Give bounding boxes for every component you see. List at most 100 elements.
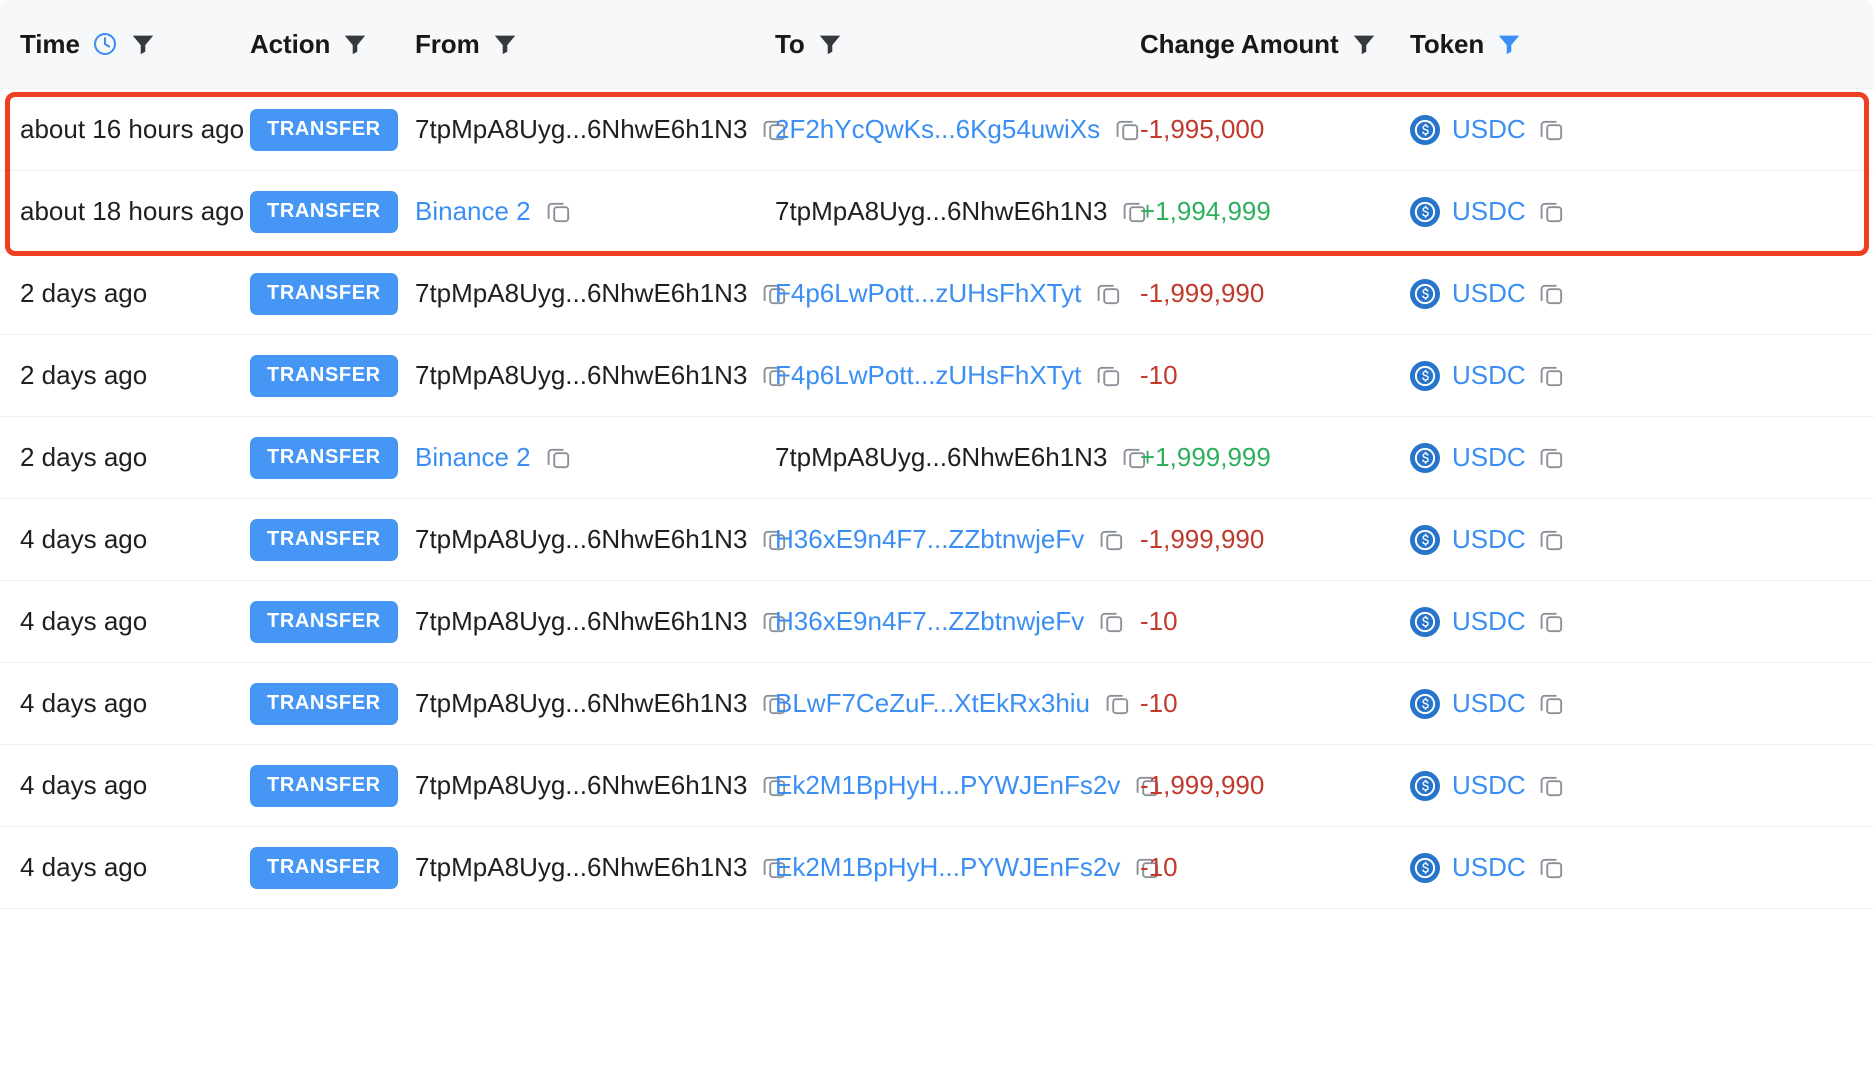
token-symbol-link[interactable]: USDC [1452,852,1526,883]
cell-action: TRANSFER [250,581,415,662]
token-value: USDC [1410,114,1565,145]
cell-to: F4p6LwPott...zUHsFhXTyt [775,335,1140,416]
clock-icon[interactable] [92,31,118,57]
copy-icon[interactable] [1538,608,1565,635]
to-address-link[interactable]: Ek2M1BpHyH...PYWJEnFs2v [775,770,1120,801]
action-badge[interactable]: TRANSFER [250,108,398,151]
table-row[interactable]: 4 days ago TRANSFER 7tpMpA8Uyg...6NhwE6h1N… [0,827,1874,909]
cell-from: 7tpMpA8Uyg...6NhwE6h1N3 [415,827,786,908]
action-badge[interactable]: TRANSFER [250,190,398,233]
from-address-text: 7tpMpA8Uyg...6NhwE6h1N3 [415,770,748,800]
cell-action: TRANSFER [250,89,415,170]
to-address-link[interactable]: Ek2M1BpHyH...PYWJEnFs2v [775,852,1120,883]
table-row[interactable]: 4 days ago TRANSFER 7tpMpA8Uyg...6NhwE6h1N… [0,581,1874,663]
token-symbol-link[interactable]: USDC [1452,114,1526,145]
usdc-coin-icon [1410,360,1440,391]
copy-icon[interactable] [1098,526,1125,553]
from-address: 7tpMpA8Uyg...6NhwE6h1N3 [415,360,788,391]
token-symbol-link[interactable]: USDC [1452,524,1526,555]
action-badge[interactable]: TRANSFER [250,682,398,725]
column-header-to: To [775,31,1140,57]
copy-icon[interactable] [1538,444,1565,471]
copy-icon[interactable] [1538,198,1565,225]
filter-icon-action[interactable] [342,31,368,57]
to-address-link[interactable]: H36xE9n4F7...ZZbtnwjeFv [775,524,1084,555]
copy-icon[interactable] [1538,690,1565,717]
copy-icon[interactable] [1538,116,1565,143]
table-row[interactable]: 4 days ago TRANSFER 7tpMpA8Uyg...6NhwE6h1N… [0,663,1874,745]
table-row[interactable]: 4 days ago TRANSFER 7tpMpA8Uyg...6NhwE6h1N… [0,499,1874,581]
usdc-coin-icon [1410,524,1440,555]
token-symbol-link[interactable]: USDC [1452,442,1526,473]
cell-time: 4 days ago [0,499,250,580]
action-badge[interactable]: TRANSFER [250,518,398,561]
time-text: 4 days ago [20,770,148,800]
table-row[interactable]: 2 days ago TRANSFER 7tpMpA8Uyg...6NhwE6h1N… [0,253,1874,335]
action-badge[interactable]: TRANSFER [250,436,398,479]
change-amount-value: -10 [1140,688,1178,718]
to-address-link[interactable]: H36xE9n4F7...ZZbtnwjeFv [775,606,1084,637]
change-amount-value: -1,999,990 [1140,770,1265,800]
time-text: 4 days ago [20,688,148,718]
action-badge[interactable]: TRANSFER [250,272,398,315]
copy-icon[interactable] [1114,116,1141,143]
cell-to: 7tpMpA8Uyg...6NhwE6h1N3 [775,417,1146,498]
copy-icon[interactable] [1538,854,1565,881]
from-address-link[interactable]: Binance 2 [415,442,531,473]
column-header-label: From [415,29,480,59]
table-row[interactable]: 2 days ago TRANSFER Binance 2 7tpMpA8Uyg...… [0,417,1874,499]
column-header-label: Token [1410,29,1485,59]
token-symbol-link[interactable]: USDC [1452,360,1526,391]
filter-icon-to[interactable] [817,31,843,57]
table-row[interactable]: about 16 hours ago TRANSFER 7tpMpA8Uyg...6… [0,89,1874,171]
token-symbol-link[interactable]: USDC [1452,278,1526,309]
token-value: USDC [1410,688,1565,719]
copy-icon[interactable] [1538,362,1565,389]
filter-icon-amount[interactable] [1351,31,1377,57]
token-symbol-link[interactable]: USDC [1452,606,1526,637]
cell-action: TRANSFER [250,171,415,252]
filter-icon-from[interactable] [492,31,518,57]
filter-icon-token[interactable] [1496,31,1522,57]
token-value: USDC [1410,196,1565,227]
to-address-link[interactable]: BLwF7CeZuF...XtEkRx3hiu [775,688,1090,719]
column-header-label: Action [250,29,331,59]
to-address: H36xE9n4F7...ZZbtnwjeFv [775,524,1125,555]
token-symbol-link[interactable]: USDC [1452,688,1526,719]
copy-icon[interactable] [545,444,572,471]
cell-change-amount: -10 [1140,335,1410,416]
from-address-text: 7tpMpA8Uyg...6NhwE6h1N3 [415,852,748,882]
cell-action: TRANSFER [250,663,415,744]
copy-icon[interactable] [1538,280,1565,307]
copy-icon[interactable] [1104,690,1131,717]
action-badge[interactable]: TRANSFER [250,600,398,643]
copy-icon[interactable] [1095,362,1122,389]
copy-icon[interactable] [1098,608,1125,635]
action-badge[interactable]: TRANSFER [250,764,398,807]
to-address-link[interactable]: F4p6LwPott...zUHsFhXTyt [775,360,1081,391]
table-row[interactable]: 4 days ago TRANSFER 7tpMpA8Uyg...6NhwE6h1N… [0,745,1874,827]
token-symbol-link[interactable]: USDC [1452,770,1526,801]
cell-time: about 16 hours ago [0,89,250,170]
copy-icon[interactable] [1095,280,1122,307]
action-badge[interactable]: TRANSFER [250,846,398,889]
table-body: about 16 hours ago TRANSFER 7tpMpA8Uyg...6… [0,89,1874,909]
copy-icon[interactable] [1538,526,1565,553]
copy-icon[interactable] [545,198,572,225]
from-address: 7tpMpA8Uyg...6NhwE6h1N3 [415,852,788,883]
cell-from: 7tpMpA8Uyg...6NhwE6h1N3 [415,745,786,826]
cell-time: 2 days ago [0,417,250,498]
table-row[interactable]: about 18 hours ago TRANSFER Binance 2 7tpMp… [0,171,1874,253]
from-address-link[interactable]: Binance 2 [415,196,531,227]
cell-action: TRANSFER [250,253,415,334]
copy-icon[interactable] [1538,772,1565,799]
to-address-link[interactable]: F4p6LwPott...zUHsFhXTyt [775,278,1081,309]
time-text: 2 days ago [20,442,148,472]
token-value: USDC [1410,278,1565,309]
to-address-text: 7tpMpA8Uyg...6NhwE6h1N3 [775,442,1108,472]
token-symbol-link[interactable]: USDC [1452,196,1526,227]
filter-icon-time[interactable] [130,31,156,57]
action-badge[interactable]: TRANSFER [250,354,398,397]
to-address-link[interactable]: 2F2hYcQwKs...6Kg54uwiXs [775,114,1100,145]
table-row[interactable]: 2 days ago TRANSFER 7tpMpA8Uyg...6NhwE6h1N… [0,335,1874,417]
